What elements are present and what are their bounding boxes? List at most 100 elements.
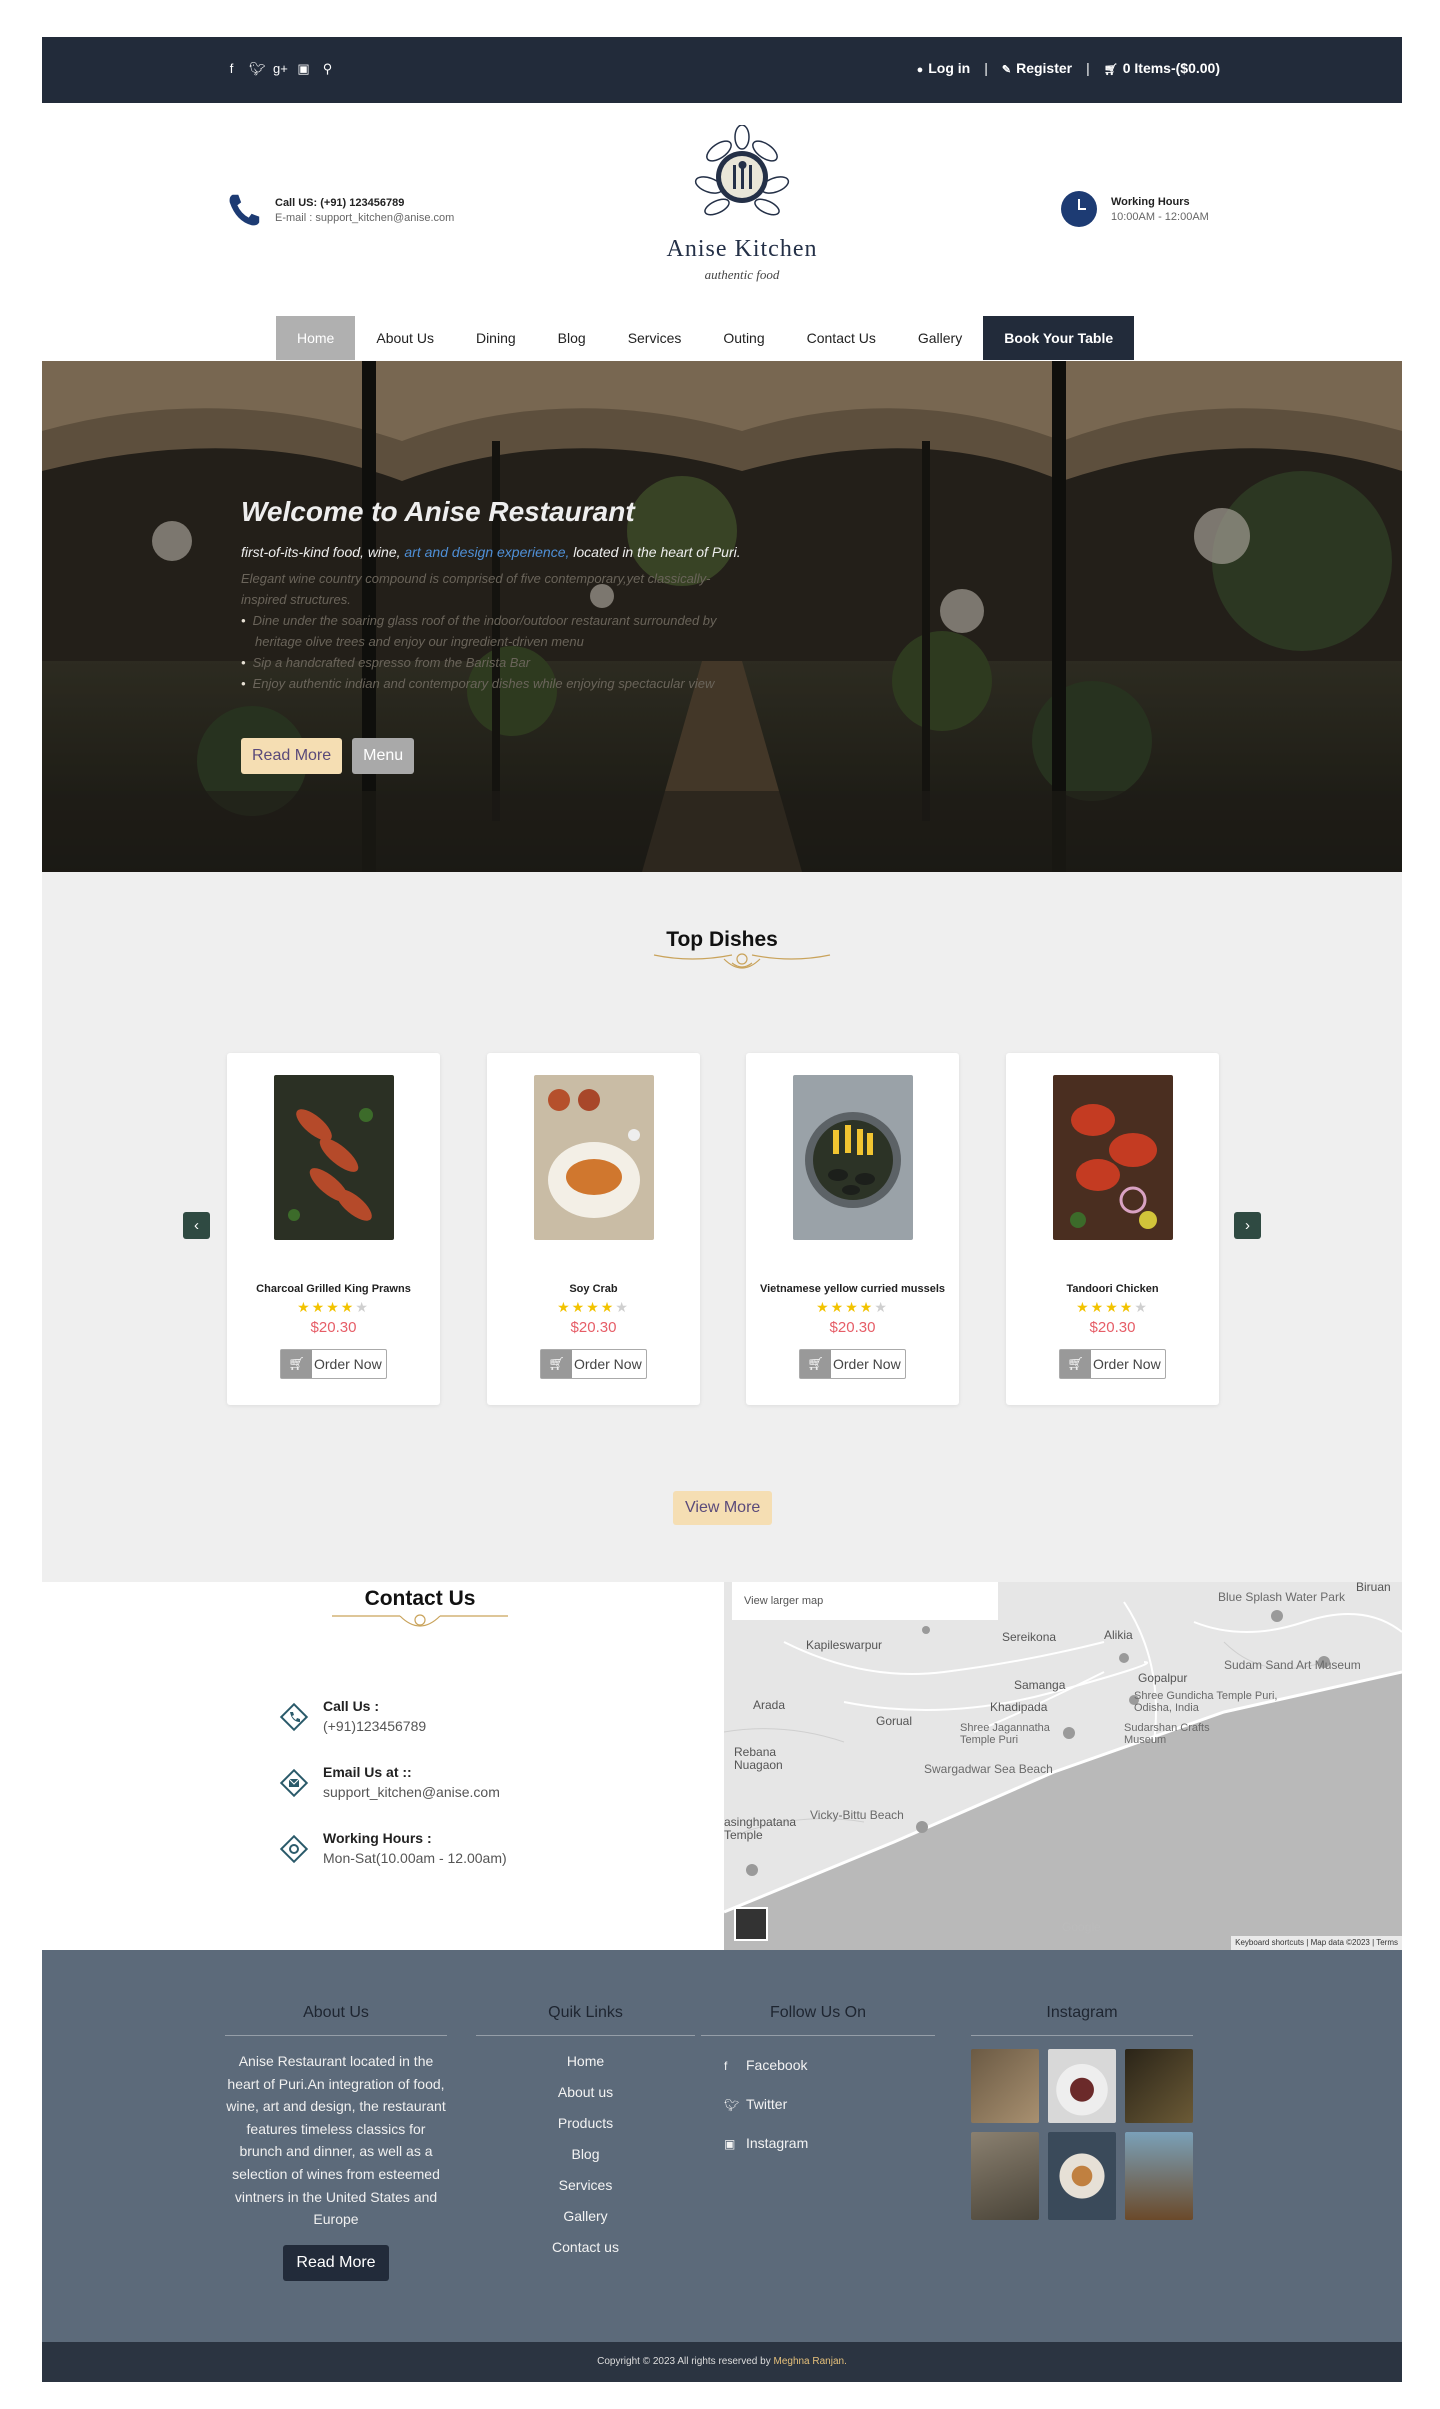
site-footer: About Us Anise Restaurant located in the… [42,1950,1402,2342]
dish-name: Tandoori Chicken [1066,1283,1159,1295]
instagram-photo[interactable] [971,2132,1039,2220]
map-label: Alikia [1104,1628,1133,1642]
hero-menu-button[interactable]: Menu [352,738,415,774]
order-now-button[interactable]: 🛒︎ Order Now [540,1349,647,1379]
header-email-text: E-mail : support_kitchen@anise.com [275,211,455,224]
cart-link[interactable]: 🛒︎ 0 Items-($0.00) [1104,60,1220,76]
dish-card: Tandoori Chicken ★★★★★ $20.30 🛒︎ Order No… [1006,1053,1219,1405]
map-label: Rebana Nuagaon [734,1745,783,1772]
instagram-photo[interactable] [1048,2049,1116,2123]
footer-read-more-button[interactable]: Read More [283,2244,389,2281]
social-links: f 🐦︎ g+ ▣ ⚲ [225,61,334,77]
footer-link[interactable]: Home [476,2046,695,2077]
brand-name: Anise Kitchen [666,236,818,262]
footer-quick-links: Quik Links Home About us Products Blog S… [476,2004,695,2263]
dish-image [1053,1075,1173,1240]
register-link[interactable]: ✎ Register [1002,60,1072,76]
footer-facebook-link[interactable]: f Facebook [724,2046,935,2085]
nav-contact-us[interactable]: Contact Us [786,316,897,360]
instagram-photo[interactable] [1048,2132,1116,2220]
copyright-bar: Copyright © 2023 All rights reserved by … [42,2342,1402,2382]
map-embed[interactable]: View larger map Kapileswarpur Sereikona … [724,1582,1402,1950]
instagram-icon[interactable]: ▣ [297,61,310,77]
map-label: Arada [753,1698,786,1712]
footer-link[interactable]: Gallery [476,2201,695,2232]
instagram-photo[interactable] [971,2049,1039,2123]
nav-blog[interactable]: Blog [537,316,607,360]
footer-link[interactable]: Products [476,2108,695,2139]
hero-title: Welcome to Anise Restaurant [241,496,635,527]
nav-home[interactable]: Home [276,316,356,360]
edit-icon: ✎ [1001,64,1012,76]
footer-social-list: f Facebook 🐦︎ Twitter ▣ Instagram [701,2046,935,2163]
login-link[interactable]: ● Log in [917,60,971,76]
map-label: Blue Splash Water Park [1218,1590,1345,1604]
contact-call-item: Call Us : (+91)123456789 [279,1698,426,1734]
contact-hours-label: Working Hours : [323,1830,432,1846]
cart-icon: 🛒︎ [541,1350,572,1378]
carousel-next-button[interactable]: › [1234,1212,1261,1239]
logo-emblem-icon [694,124,790,216]
footer-link[interactable]: Services [476,2170,695,2201]
nav-dining[interactable]: Dining [455,316,537,360]
map-label: Sudarshan Crafts Museum [1124,1722,1210,1746]
hero-content: Welcome to Anise Restaurant first-of-its… [241,496,741,694]
view-larger-map-link[interactable]: View larger map [732,1582,998,1620]
footer-link[interactable]: Blog [476,2139,695,2170]
carousel-prev-button[interactable]: ‹ [183,1212,210,1239]
top-bar: f 🐦︎ g+ ▣ ⚲ ● Log in | ✎ Register | 🛒︎ 0 It… [42,37,1402,103]
nav-about-us[interactable]: About Us [355,316,455,360]
contact-hours-item: Working Hours : Mon-Sat(10.00am - 12.00a… [279,1830,507,1866]
contact-call-label: Call Us : [323,1698,380,1714]
twitter-icon[interactable]: 🐦︎ [249,61,266,77]
author-link[interactable]: Meghna Ranjan. [773,2356,846,2367]
order-now-button[interactable]: 🛒︎ Order Now [280,1349,387,1379]
order-now-button[interactable]: 🛒︎ Order Now [1059,1349,1166,1379]
dish-name: Vietnamese yellow curried mussels [759,1283,946,1295]
book-table-button[interactable]: Book Your Table [983,316,1135,360]
star-rating: ★★★★★ [297,1299,370,1315]
footer-link[interactable]: Contact us [476,2232,695,2263]
footer-about-title: About Us [225,2004,447,2036]
instagram-photo[interactable] [1125,2049,1193,2123]
header-hours-info: Working Hours 10:00AM - 12:00AM [1061,191,1209,227]
footer-link[interactable]: About us [476,2077,695,2108]
map-label: Sudam Sand Art Museum [1224,1658,1361,1672]
hero-read-more-button[interactable]: Read More [241,738,343,774]
contact-hours-value: Mon-Sat(10.00am - 12.00am) [323,1850,507,1866]
map-label: Biruan [1356,1582,1391,1594]
cart-icon: 🛒︎ [1103,64,1118,76]
top-dishes-section: Top Dishes ‹ › Charcoal Grilled King Pra… [42,872,1402,1582]
map-label: Shree Jagannatha Temple Puri [960,1722,1050,1746]
nav-outing[interactable]: Outing [702,316,785,360]
brand-logo[interactable]: Anise Kitchen authentic food [662,124,822,283]
contact-email-item: Email Us at :: support_kitchen@anise.com [279,1764,500,1800]
hero-buttons: Read More Menu [241,738,415,774]
instagram-photo[interactable] [1125,2132,1193,2220]
map-layer-toggle[interactable] [734,1907,768,1941]
contact-email-value[interactable]: support_kitchen@anise.com [323,1784,500,1800]
footer-instagram-link[interactable]: ▣ Instagram [724,2124,935,2163]
facebook-icon[interactable]: f [225,61,238,77]
search-icon[interactable]: ⚲ [321,61,334,77]
view-more-button[interactable]: View More [673,1491,773,1525]
ornament-divider-icon [332,1614,508,1627]
google-plus-icon[interactable]: g+ [273,61,288,77]
hero-bullet: Sip a handcrafted espresso from the Bari… [241,652,741,673]
footer-insta-title: Instagram [971,2004,1193,2036]
instagram-icon: ▣ [724,2137,736,2151]
dish-card: Vietnamese yellow curried mussels ★★★★★ … [746,1053,959,1405]
order-now-button[interactable]: 🛒︎ Order Now [799,1349,906,1379]
header-call-text: Call US: (+91) 123456789 [275,196,405,209]
map-label: Swargadwar Sea Beach [924,1762,1053,1776]
contact-call-value[interactable]: (+91)123456789 [323,1718,426,1734]
cart-icon: 🛒︎ [1060,1350,1091,1378]
instagram-grid [971,2049,1193,2220]
map-attribution[interactable]: Keyboard shortcuts | Map data ©2023 | Te… [1231,1936,1402,1950]
hero-lead-link[interactable]: art and design experience, [404,544,569,560]
nav-gallery[interactable]: Gallery [897,316,983,360]
dish-price: $20.30 [570,1319,617,1336]
nav-services[interactable]: Services [607,316,703,360]
footer-twitter-link[interactable]: 🐦︎ Twitter [724,2085,935,2124]
star-rating: ★★★★★ [557,1299,630,1315]
